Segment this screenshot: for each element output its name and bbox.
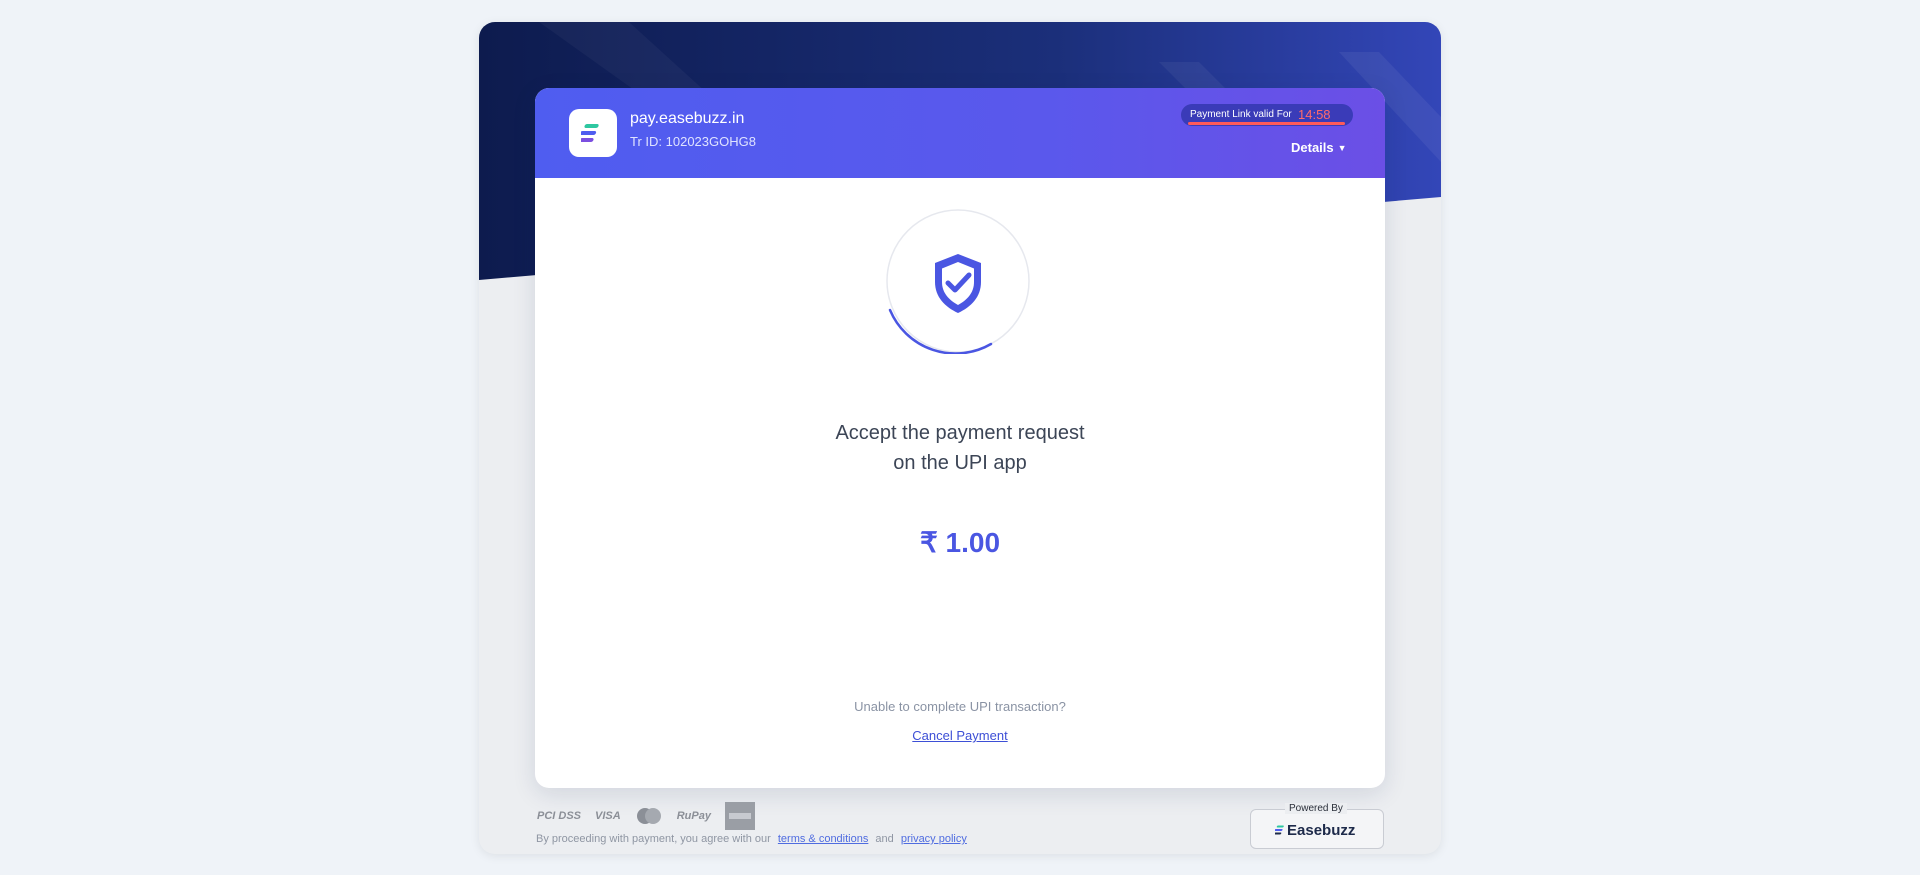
merchant-name: pay.easebuzz.in	[630, 110, 745, 127]
terms-prefix: By proceeding with payment, you agree wi…	[536, 833, 771, 845]
instruction-message: Accept the payment request on the UPI ap…	[535, 418, 1385, 478]
easebuzz-logo-icon	[581, 124, 599, 142]
merchant-logo	[569, 109, 617, 157]
rupay-logo: RuPay	[676, 810, 711, 822]
unable-text: Unable to complete UPI transaction?	[854, 699, 1066, 714]
and-text: and	[875, 833, 894, 845]
details-toggle[interactable]: Details ▼	[1291, 140, 1347, 155]
amex-icon	[724, 802, 755, 830]
caret-down-icon: ▼	[1337, 143, 1347, 153]
powered-by-brand: Easebuzz	[1274, 822, 1356, 839]
easebuzz-logo-icon	[1274, 825, 1284, 835]
powered-brand-text: Easebuzz	[1287, 822, 1356, 839]
timer-value: 14:58	[1298, 107, 1331, 122]
instruction-line-1: Accept the payment request	[835, 422, 1085, 444]
timer-progress-bar	[1188, 122, 1345, 125]
mastercard-icon	[636, 808, 661, 824]
payment-network-logos: PCI DSS VISA RuPay	[537, 802, 755, 830]
payment-timer: Payment Link valid For 14:58	[1181, 104, 1353, 126]
cancel-container: Cancel Payment	[535, 728, 1385, 743]
pci-dss-logo: PCI DSS	[537, 810, 582, 822]
transaction-id: Tr ID: 102023GOHG8	[630, 134, 756, 149]
terms-link[interactable]: terms & conditions	[778, 833, 868, 845]
powered-by-badge: Powered By Easebuzz	[1250, 803, 1384, 849]
processing-spinner	[886, 209, 1030, 354]
instruction-line-2: on the UPI app	[893, 452, 1027, 474]
terms-text: By proceeding with payment, you agree wi…	[536, 833, 971, 845]
cancel-payment-link[interactable]: Cancel Payment	[912, 728, 1007, 743]
privacy-link[interactable]: privacy policy	[901, 833, 967, 845]
payment-amount: ₹ 1.00	[919, 527, 1001, 558]
details-label: Details	[1291, 140, 1334, 155]
powered-by-label: Powered By	[1285, 803, 1347, 814]
card-header: pay.easebuzz.in Tr ID: 102023GOHG8 Payme…	[535, 88, 1385, 178]
visa-logo: VISA	[595, 810, 621, 822]
payment-frame: pay.easebuzz.in Tr ID: 102023GOHG8 Payme…	[479, 22, 1441, 854]
payment-card: pay.easebuzz.in Tr ID: 102023GOHG8 Payme…	[535, 88, 1385, 788]
timer-label: Payment Link valid For	[1190, 109, 1292, 120]
